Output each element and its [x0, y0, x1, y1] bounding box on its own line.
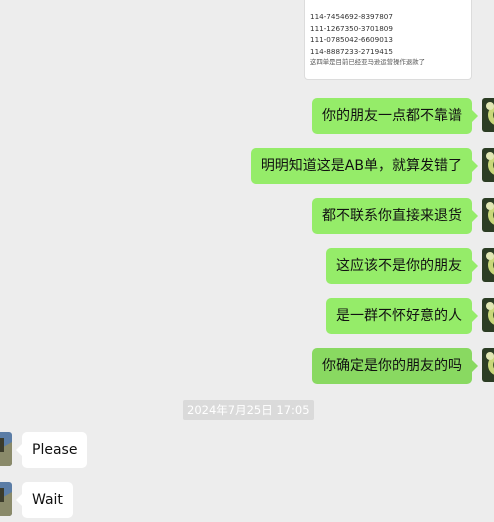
flower-avatar-icon [482, 148, 494, 182]
flower-avatar-icon [482, 198, 494, 232]
incoming-message-bubble[interactable]: Please [15, 432, 88, 468]
my-avatar[interactable] [482, 348, 494, 382]
message-row: 都不联系你直接来退货 [0, 198, 494, 238]
outgoing-message-bubble[interactable]: 是一群不怀好意的人 [326, 298, 478, 334]
flower-avatar-icon [482, 248, 494, 282]
message-row: 明明知道这是AB单，就算发错了 [0, 148, 494, 188]
my-avatar[interactable] [482, 148, 494, 182]
order-number: 114-7454692-8397807 [310, 12, 393, 21]
my-avatar[interactable] [482, 198, 494, 232]
image-message[interactable]: 114-7454692-8397807 111-1267350-3701809 … [304, 0, 472, 80]
message-row: 你的朋友一点都不靠谱 [0, 98, 494, 138]
outgoing-message-bubble[interactable]: 明明知道这是AB单，就算发错了 [250, 148, 479, 184]
message-row: 这应该不是你的朋友 [0, 248, 494, 288]
outgoing-message-bubble[interactable]: 这应该不是你的朋友 [326, 248, 478, 284]
message-row: Wait [0, 482, 494, 522]
outgoing-message-bubble[interactable]: 你的朋友一点都不靠谱 [312, 98, 478, 134]
flower-avatar-icon [482, 298, 494, 332]
message-row: 是一群不怀好意的人 [0, 298, 494, 338]
outgoing-message-bubble[interactable]: 你确定是你的朋友的吗 [312, 348, 478, 384]
landscape-avatar-icon [0, 432, 12, 466]
my-avatar[interactable] [482, 248, 494, 282]
flower-avatar-icon [482, 348, 494, 382]
incoming-message-bubble[interactable]: Wait [16, 482, 73, 518]
refund-note: 这四单是目前已经亚马逊运营操作退款了 [310, 58, 426, 67]
order-number: 111-1267350-3701809 [310, 23, 393, 33]
message-row: Please [0, 432, 494, 472]
order-number: 111-0785042-6609013 [310, 35, 393, 45]
contact-avatar[interactable] [0, 432, 12, 466]
my-avatar[interactable] [482, 98, 494, 132]
order-number: 114-8887233-2719415 [310, 46, 393, 56]
order-list-image: 114-7454692-8397807 111-1267350-3701809 … [307, 8, 443, 74]
my-avatar[interactable] [482, 298, 494, 332]
message-timestamp: 2024年7月25日 17:05 [183, 400, 314, 420]
message-row: 你确定是你的朋友的吗 [0, 348, 494, 388]
outgoing-message-bubble[interactable]: 都不联系你直接来退货 [312, 198, 478, 234]
contact-avatar[interactable] [0, 482, 12, 516]
flower-avatar-icon [482, 98, 494, 132]
landscape-avatar-icon [0, 482, 12, 516]
